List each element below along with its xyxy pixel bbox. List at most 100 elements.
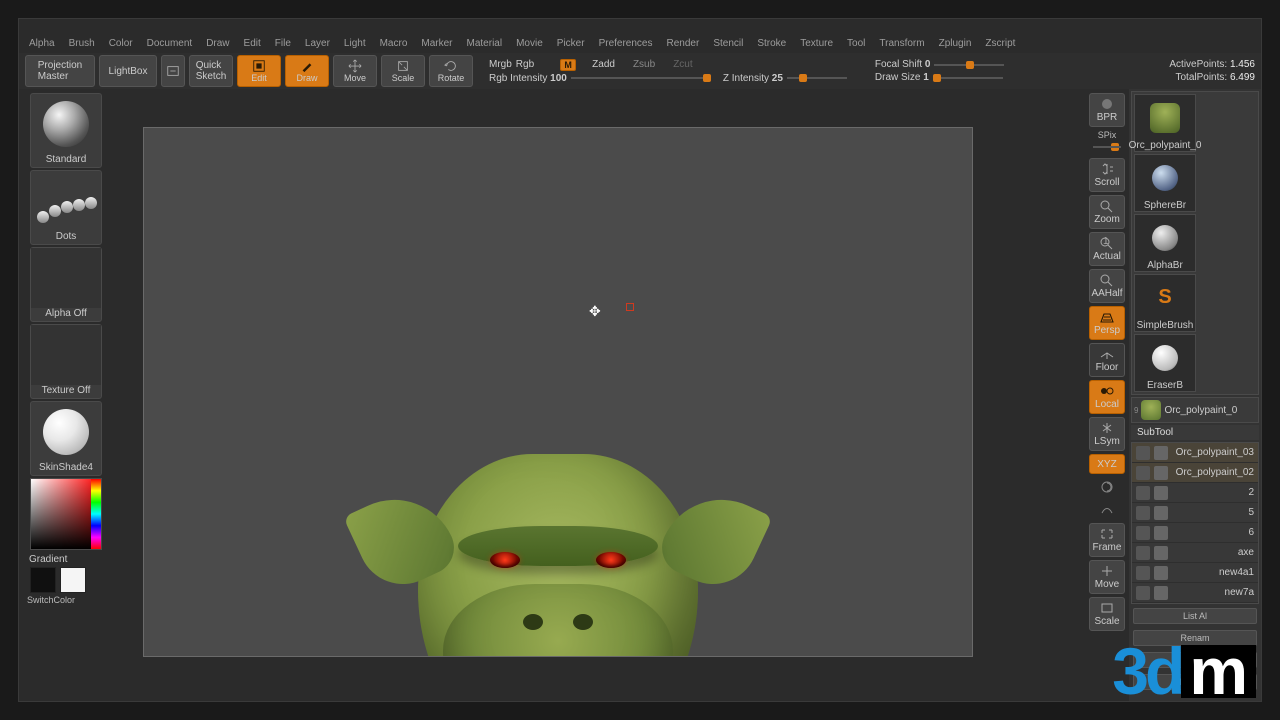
tool-thumb[interactable]: AlphaBr	[1134, 214, 1196, 272]
menu-edit[interactable]: Edit	[238, 37, 267, 53]
menu-picker[interactable]: Picker	[551, 37, 591, 53]
menu-file[interactable]: File	[269, 37, 297, 53]
current-tool[interactable]: 9 Orc_polypaint_0	[1131, 397, 1259, 423]
persp-button[interactable]: Persp	[1089, 306, 1125, 340]
subtool-row[interactable]: 2	[1132, 483, 1258, 503]
subtool-row[interactable]: 5	[1132, 503, 1258, 523]
menu-stroke[interactable]: Stroke	[751, 37, 792, 53]
watermark-3dm: 3dm	[1112, 645, 1256, 698]
menu-macro[interactable]: Macro	[374, 37, 414, 53]
menu-transform[interactable]: Transform	[873, 37, 930, 53]
tool-thumb[interactable]: SSimpleBrush	[1134, 274, 1196, 332]
menu-document[interactable]: Document	[141, 37, 199, 53]
menu-light[interactable]: Light	[338, 37, 372, 53]
scroll-button[interactable]: Scroll	[1089, 158, 1125, 192]
stroke-tile[interactable]: Dots	[30, 170, 102, 245]
menu-zplugin[interactable]: Zplugin	[933, 37, 978, 53]
menu-brush[interactable]: Brush	[63, 37, 101, 53]
menubar: AlphaBrushColorDocumentDrawEditFileLayer…	[19, 37, 1261, 53]
menu-texture[interactable]: Texture	[794, 37, 839, 53]
tool-thumb-grid: Orc_polypaint_0SphereBrAlphaBrSSimpleBru…	[1131, 91, 1259, 395]
scale-mode-button[interactable]: Scale	[381, 55, 425, 87]
rotate-mode-button[interactable]: Rotate	[429, 55, 473, 87]
nav-scale-button[interactable]: Scale	[1089, 597, 1125, 631]
launcher-button[interactable]	[161, 55, 185, 87]
zsub-toggle[interactable]: Zsub	[633, 59, 655, 70]
subtool-row[interactable]: new7a	[1132, 583, 1258, 603]
solo-button[interactable]	[1089, 477, 1125, 497]
switch-color[interactable]	[30, 567, 102, 593]
rgb-toggle[interactable]: Rgb	[516, 59, 534, 70]
local-button[interactable]: Local	[1089, 380, 1125, 414]
current-tool-label: Orc_polypaint_0	[1164, 405, 1237, 416]
zadd-toggle[interactable]: Zadd	[592, 59, 615, 70]
subtool-row[interactable]: new4a1	[1132, 563, 1258, 583]
zoom-button[interactable]: Zoom	[1089, 195, 1125, 229]
quick-sketch-button[interactable]: Quick Sketch	[189, 55, 233, 87]
menu-render[interactable]: Render	[661, 37, 706, 53]
primary-swatch[interactable]	[60, 567, 86, 593]
menu-zscript[interactable]: Zscript	[979, 37, 1021, 53]
menu-color[interactable]: Color	[103, 37, 139, 53]
list-all-button[interactable]: List Al	[1133, 608, 1257, 624]
tool-strip: Projection Master LightBox Quick Sketch …	[19, 53, 1261, 89]
z-intensity-slider[interactable]	[787, 77, 847, 79]
alpha-tile[interactable]: Alpha Off	[30, 247, 102, 322]
menu-layer[interactable]: Layer	[299, 37, 336, 53]
z-intensity-label: Z Intensity 25	[723, 73, 783, 84]
move-mode-button[interactable]: Move	[333, 55, 377, 87]
material-tile[interactable]: SkinShade4	[30, 401, 102, 476]
draw-mode-button[interactable]: Draw	[285, 55, 329, 87]
subtool-row[interactable]: 6	[1132, 523, 1258, 543]
svg-text:1: 1	[1103, 236, 1109, 247]
spix-slider[interactable]: SPix	[1089, 130, 1125, 146]
tool-thumb[interactable]: Orc_polypaint_0	[1134, 94, 1196, 152]
secondary-swatch[interactable]	[30, 567, 56, 593]
projection-master-button[interactable]: Projection Master	[25, 55, 95, 87]
bpr-button[interactable]: BPR	[1089, 93, 1125, 127]
tool-thumb[interactable]: SphereBr	[1134, 154, 1196, 212]
menu-stencil[interactable]: Stencil	[707, 37, 749, 53]
focal-shift-slider[interactable]	[934, 64, 1004, 66]
frame-button[interactable]: Frame	[1089, 523, 1125, 557]
subtool-header[interactable]: SubTool	[1131, 425, 1259, 440]
m-toggle[interactable]: M	[560, 59, 576, 71]
menu-draw[interactable]: Draw	[200, 37, 235, 53]
nav-move-button[interactable]: Move	[1089, 560, 1125, 594]
focal-shift-label: Focal Shift 0	[875, 59, 931, 70]
color-picker[interactable]	[30, 478, 102, 550]
mrgb-toggle[interactable]: Mrgb	[489, 59, 512, 70]
zcut-toggle[interactable]: Zcut	[673, 59, 692, 70]
menu-preferences[interactable]: Preferences	[593, 37, 659, 53]
hue-bar[interactable]	[91, 479, 101, 549]
subtool-row[interactable]: Orc_polypaint_03	[1132, 443, 1258, 463]
right-nav: BPR SPix Scroll Zoom 1Actual AAHalf Pers…	[1085, 89, 1129, 701]
subtool-row[interactable]: Orc_polypaint_02	[1132, 463, 1258, 483]
brush-target-icon	[626, 303, 634, 311]
subtool-list: Orc_polypaint_03Orc_polypaint_02256axene…	[1131, 442, 1259, 604]
aahalf-button[interactable]: AAHalf	[1089, 269, 1125, 303]
subtool-row[interactable]: axe	[1132, 543, 1258, 563]
menu-tool[interactable]: Tool	[841, 37, 871, 53]
brush-tile[interactable]: Standard	[30, 93, 102, 168]
menu-material[interactable]: Material	[461, 37, 509, 53]
menu-movie[interactable]: Movie	[510, 37, 549, 53]
draw-size-slider[interactable]	[933, 77, 1003, 79]
polyf-button[interactable]	[1089, 500, 1125, 520]
actual-button[interactable]: 1Actual	[1089, 232, 1125, 266]
menu-marker[interactable]: Marker	[415, 37, 458, 53]
xyz-button[interactable]: XYZ	[1089, 454, 1125, 474]
texture-tile[interactable]: Texture Off	[30, 324, 102, 399]
lightbox-button[interactable]: LightBox	[99, 55, 157, 87]
menu-alpha[interactable]: Alpha	[23, 37, 61, 53]
app-window: AlphaBrushColorDocumentDrawEditFileLayer…	[18, 18, 1262, 702]
titlebar	[19, 19, 1261, 37]
floor-button[interactable]: Floor	[1089, 343, 1125, 377]
gradient-label[interactable]: Gradient	[23, 554, 67, 565]
rgb-intensity-slider[interactable]	[571, 77, 711, 79]
lsym-button[interactable]: LSym	[1089, 417, 1125, 451]
tool-thumb[interactable]: EraserB	[1134, 334, 1196, 392]
viewport[interactable]: ✥	[143, 127, 973, 657]
cursor-icon: ✥	[589, 303, 601, 320]
edit-mode-button[interactable]: Edit	[237, 55, 281, 87]
